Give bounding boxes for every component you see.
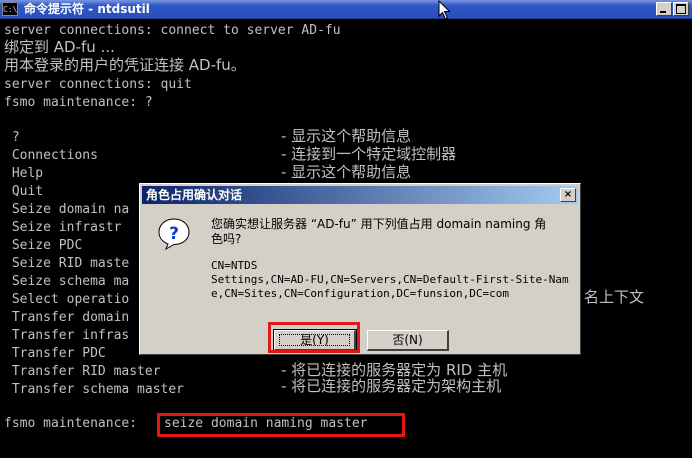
- console-prompt: fsmo maintenance:: [4, 416, 145, 431]
- mouse-cursor-icon: [438, 0, 451, 20]
- maximize-icon[interactable]: [673, 2, 689, 16]
- help-command-item: Transfer domain: [4, 310, 130, 325]
- help-command-item: Transfer PDC: [4, 346, 106, 361]
- help-description: - 将已连接的服务器定为架构主机: [281, 377, 502, 395]
- window-title: 命令提示符 - ntdsutil: [24, 2, 150, 16]
- dialog-title[interactable]: 角色占用确认对话: [142, 186, 578, 204]
- window-title-bar[interactable]: C:\ 命令提示符 - ntdsutil: [0, 0, 692, 19]
- console-line: 绑定到 AD-fu ...: [4, 38, 115, 56]
- help-command-item: Quit: [4, 184, 44, 199]
- help-description: - 显示这个帮助信息: [281, 163, 412, 181]
- help-command-item: Seize schema ma: [4, 274, 130, 289]
- help-description: 名上下文: [584, 288, 645, 306]
- help-description: - 连接到一个特定域控制器: [281, 145, 457, 163]
- help-command-item: Transfer infras: [4, 328, 130, 343]
- close-icon[interactable]: ×: [560, 188, 576, 202]
- dialog-dn-text: e,CN=Sites,CN=Configuration,DC=funsion,D…: [211, 287, 510, 300]
- help-command-item: ?: [4, 130, 20, 145]
- help-command-item: Seize RID maste: [4, 256, 130, 271]
- console-line: server connections: connect to server AD…: [4, 23, 341, 38]
- question-icon: ?: [158, 218, 190, 251]
- no-button[interactable]: 否(N): [367, 330, 449, 351]
- console-line: fsmo maintenance: ?: [4, 95, 153, 110]
- role-seize-dialog: 角色占用确认对话 × ? 您确实想让服务器 “AD-fu” 用下列值占用 dom…: [139, 183, 581, 355]
- help-command-item: Seize domain na: [4, 202, 130, 217]
- dialog-message: 您确实想让服务器 “AD-fu” 用下列值占用 domain naming 角: [211, 217, 547, 231]
- dialog-dn-text: Settings,CN=AD-FU,CN=Servers,CN=Default-…: [211, 273, 569, 286]
- minimize-icon[interactable]: [656, 2, 672, 16]
- help-command-item: Connections: [4, 148, 98, 163]
- console-line: server connections: quit: [4, 77, 192, 92]
- help-command-item: Transfer schema master: [4, 382, 185, 397]
- svg-text:?: ?: [169, 224, 179, 244]
- help-command-item: Select operatio: [4, 292, 130, 307]
- cmd-icon: C:\: [2, 2, 18, 16]
- help-description: - 显示这个帮助信息: [281, 127, 412, 145]
- no-button-label: 否(N): [392, 333, 423, 347]
- help-command-item: Help: [4, 166, 44, 181]
- dialog-dn-text: CN=NTDS: [211, 259, 258, 272]
- help-command-item: Transfer RID master: [4, 364, 161, 379]
- console-line: 用本登录的用户的凭证连接 AD-fu。: [4, 56, 246, 74]
- yes-button-highlight: [268, 322, 360, 353]
- dialog-message: 色吗?: [211, 232, 242, 246]
- help-command-item: Seize infrastr: [4, 220, 122, 235]
- command-highlight: [157, 413, 405, 437]
- help-command-item: Seize PDC: [4, 238, 83, 253]
